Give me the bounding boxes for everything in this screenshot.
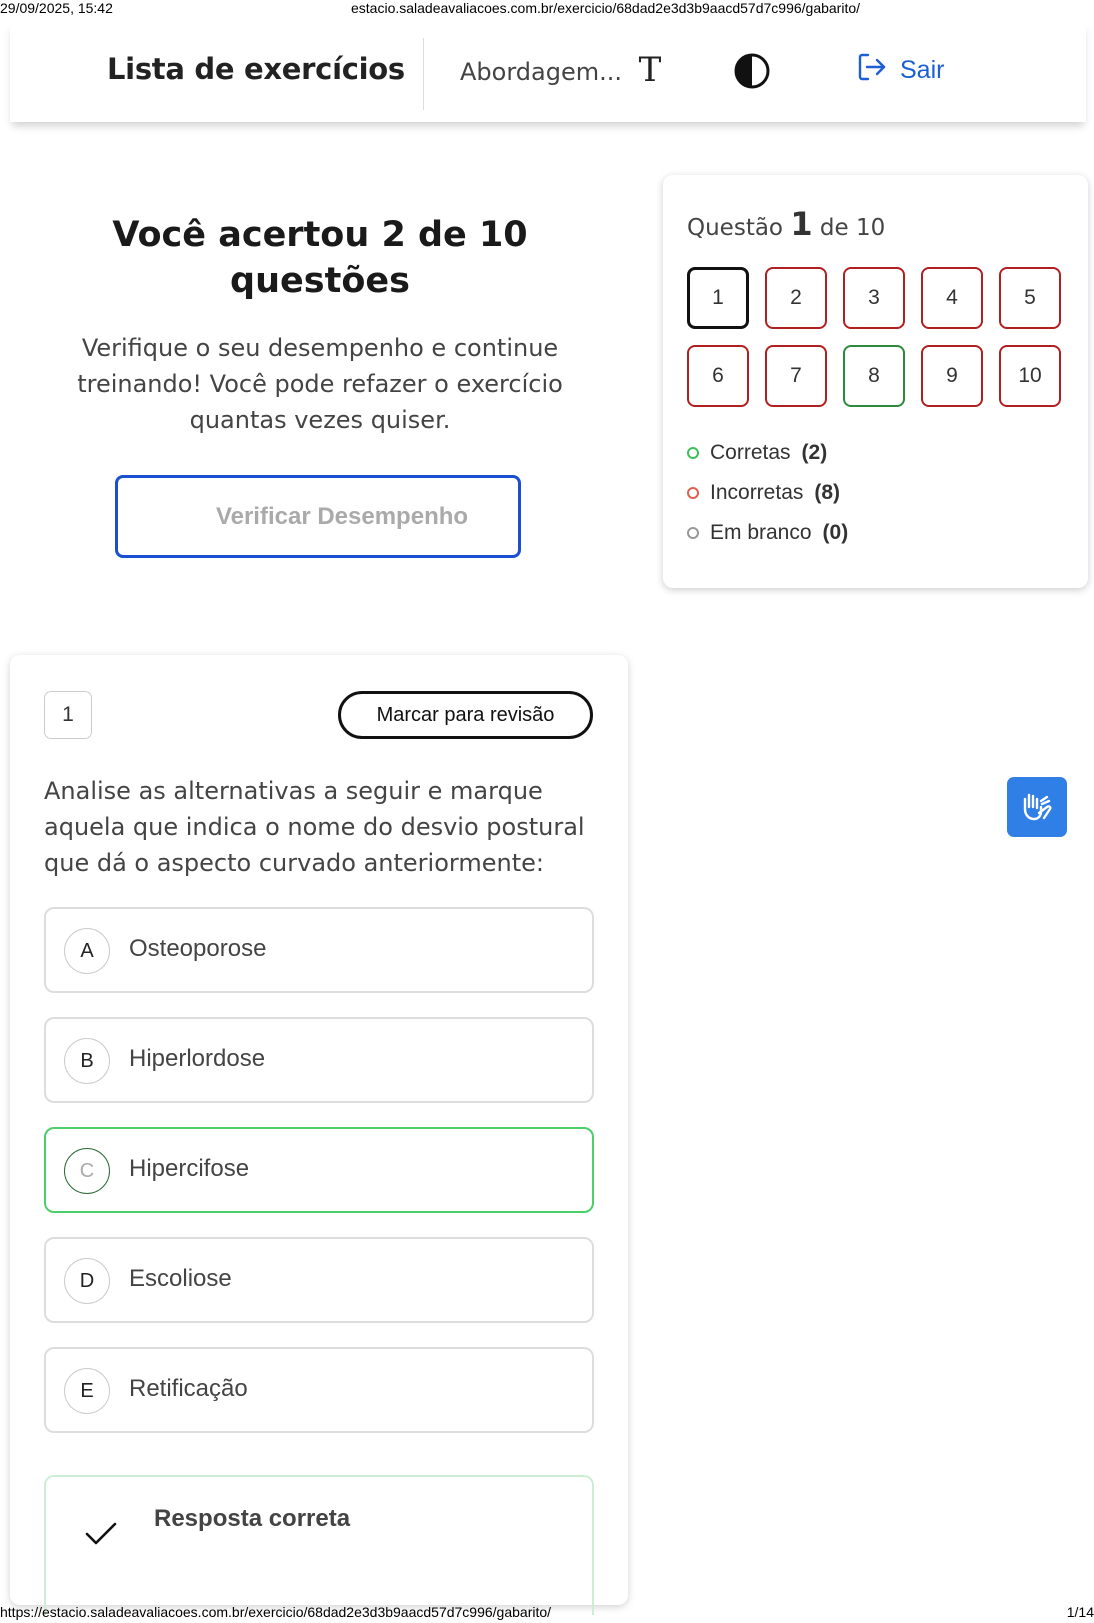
mark-for-review-button[interactable]: Marcar para revisão — [338, 691, 593, 739]
question-button-8[interactable]: 8 — [843, 345, 905, 407]
question-button-6[interactable]: 6 — [687, 345, 749, 407]
page-title: Lista de exercícios — [107, 52, 405, 86]
question-button-1[interactable]: 1 — [687, 267, 749, 329]
print-footer: https://estacio.saladeavaliacoes.com.br/… — [0, 1604, 1094, 1622]
question-button-2[interactable]: 2 — [765, 267, 827, 329]
option-letter: D — [64, 1258, 110, 1304]
option-b[interactable]: B Hiperlordose — [44, 1017, 594, 1103]
text-size-icon[interactable]: T — [630, 50, 670, 90]
question-card: 1 Marcar para revisão Analise as alterna… — [10, 655, 628, 1615]
option-d[interactable]: D Escoliose — [44, 1237, 594, 1323]
result-subtitle: Verifique o seu desempenho e continue tr… — [77, 334, 563, 434]
question-button-10[interactable]: 10 — [999, 345, 1061, 407]
legend-dot-icon — [687, 447, 699, 459]
legend-correct: Corretas (2) — [687, 433, 848, 473]
print-datetime: 29/09/2025, 15:42 — [0, 0, 113, 16]
question-counter: Questão 1 de 10 — [687, 205, 885, 243]
print-url: estacio.saladeavaliacoes.com.br/exercici… — [351, 0, 861, 16]
option-letter: E — [64, 1368, 110, 1414]
legend-label: Incorretas — [710, 481, 804, 504]
option-letter: A — [64, 928, 110, 974]
question-counter-current: 1 — [790, 205, 813, 243]
option-letter: C — [64, 1148, 110, 1194]
print-footer-url: https://estacio.saladeavaliacoes.com.br/… — [0, 1604, 552, 1620]
print-header: 29/09/2025, 15:42 estacio.saladeavaliaco… — [0, 0, 1094, 18]
legend-dot-icon — [687, 487, 699, 499]
question-counter-prefix: Questão — [687, 215, 783, 241]
result-title: Você acertou 2 de 10 questões — [112, 215, 528, 301]
option-text: Escoliose — [129, 1265, 232, 1292]
contrast-icon[interactable] — [733, 52, 771, 90]
status-legend: Corretas (2) Incorretas (8) Em branco (0… — [687, 433, 848, 553]
question-button-5[interactable]: 5 — [999, 267, 1061, 329]
sign-language-icon[interactable] — [1007, 777, 1067, 837]
question-button-9[interactable]: 9 — [921, 345, 983, 407]
legend-label: Corretas — [710, 441, 791, 464]
check-icon — [84, 1519, 118, 1549]
option-c[interactable]: C Hipercifose — [44, 1127, 594, 1213]
course-name[interactable]: Abordagem... — [460, 58, 622, 86]
option-text: Retificação — [129, 1375, 248, 1402]
legend-count: (2) — [801, 441, 828, 464]
legend-count: (8) — [814, 481, 841, 504]
legend-incorrect: Incorretas (8) — [687, 473, 848, 513]
legend-blank: Em branco (0) — [687, 513, 848, 553]
question-statement: Analise as alternativas a seguir e marqu… — [44, 777, 585, 877]
verify-performance-button[interactable]: Verificar Desempenho — [115, 475, 521, 558]
top-bar: Lista de exercícios Abordagem... T Sair — [10, 22, 1086, 122]
legend-label: Em branco — [710, 521, 812, 544]
question-number-badge: 1 — [44, 691, 92, 739]
question-navigator: Questão 1 de 10 1 2 3 4 5 6 7 8 9 10 Cor… — [663, 175, 1088, 588]
option-letter: B — [64, 1038, 110, 1084]
option-a[interactable]: A Osteoporose — [44, 907, 594, 993]
question-button-3[interactable]: 3 — [843, 267, 905, 329]
question-button-7[interactable]: 7 — [765, 345, 827, 407]
print-page-number: 1/14 — [1066, 1604, 1094, 1620]
legend-count: (0) — [822, 521, 849, 544]
answer-feedback-label: Resposta correta — [154, 1505, 351, 1532]
option-e[interactable]: E Retificação — [44, 1347, 594, 1433]
logout-label: Sair — [900, 55, 945, 84]
option-text: Hipercifose — [129, 1155, 250, 1182]
logout-button[interactable]: Sair — [856, 50, 944, 90]
logout-icon — [856, 51, 888, 90]
option-text: Hiperlordose — [129, 1045, 266, 1072]
question-button-4[interactable]: 4 — [921, 267, 983, 329]
answer-feedback: Resposta correta — [44, 1475, 594, 1615]
topbar-divider — [423, 38, 424, 110]
question-counter-suffix: de 10 — [819, 215, 886, 241]
legend-dot-icon — [687, 527, 699, 539]
option-text: Osteoporose — [129, 935, 267, 962]
